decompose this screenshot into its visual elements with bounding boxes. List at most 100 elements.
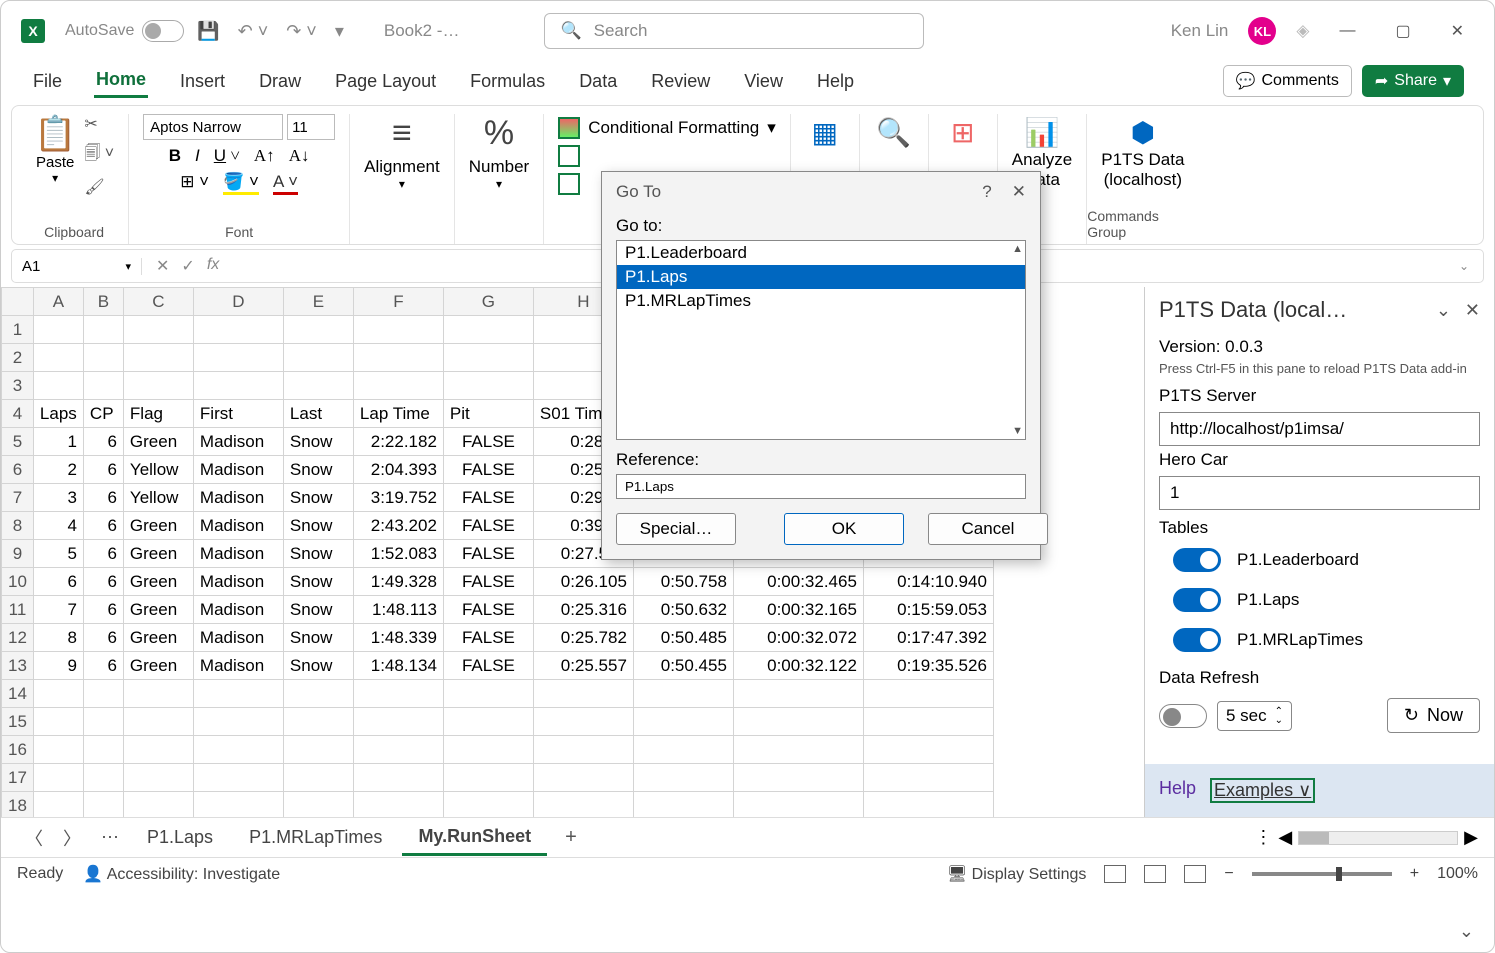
italic-button[interactable]: I — [195, 146, 200, 166]
zoom-in-button[interactable]: + — [1410, 865, 1419, 883]
tab-file[interactable]: File — [31, 66, 64, 97]
format-painter-icon[interactable]: 🖌 — [84, 177, 114, 197]
bold-button[interactable]: B — [169, 146, 181, 166]
font-size-select[interactable] — [287, 114, 335, 140]
dialog-help-icon[interactable]: ? — [982, 182, 991, 202]
ok-button[interactable]: OK — [784, 513, 904, 545]
normal-view-icon[interactable] — [1104, 865, 1126, 883]
cut-icon[interactable]: ✂ — [84, 114, 114, 134]
toggle-leaderboard[interactable] — [1173, 548, 1221, 572]
sheet-tab-mrlaptimes[interactable]: P1.MRLapTimes — [233, 821, 398, 854]
add-sheet-button[interactable]: + — [551, 820, 591, 855]
tab-view[interactable]: View — [742, 66, 785, 97]
horizontal-scrollbar[interactable] — [1298, 831, 1458, 845]
font-color-button[interactable]: A ˅ — [273, 172, 298, 195]
fill-color-button[interactable]: 🪣 ˅ — [223, 172, 259, 195]
cell-styles-button[interactable] — [558, 173, 580, 195]
goto-item-laps[interactable]: P1.Laps — [617, 265, 1025, 289]
alignment-icon[interactable]: ≡ — [392, 114, 412, 153]
ribbon-collapse-icon[interactable]: ⌄ — [1459, 921, 1474, 942]
increase-font-button[interactable]: A↑ — [254, 146, 275, 166]
help-link[interactable]: Help — [1159, 778, 1196, 803]
underline-button[interactable]: U ˅ — [214, 146, 240, 166]
toggle-mrlaptimes[interactable] — [1173, 628, 1221, 652]
insert-cells-icon[interactable]: ▦ — [805, 114, 845, 150]
number-icon[interactable]: % — [484, 114, 514, 153]
sheet-nav-prev[interactable]: 〈 — [17, 819, 51, 857]
display-settings-button[interactable]: 🖥 Display Settings — [947, 864, 1086, 884]
user-avatar[interactable]: KL — [1248, 17, 1276, 45]
font-name-select[interactable] — [143, 114, 283, 140]
listbox-scroll-down-icon[interactable]: ▼ — [1012, 425, 1023, 437]
p1ts-icon[interactable]: ⬢ — [1123, 114, 1163, 150]
zoom-slider[interactable] — [1252, 872, 1392, 876]
accessibility-button[interactable]: 👤 Accessibility: Investigate — [83, 864, 280, 884]
goto-listbox[interactable]: P1.Leaderboard P1.Laps P1.MRLapTimes ▲ ▼ — [616, 240, 1026, 440]
server-input[interactable] — [1159, 412, 1480, 446]
tab-formulas[interactable]: Formulas — [468, 66, 547, 97]
name-box[interactable]: A1▾ — [12, 258, 142, 275]
refresh-now-button[interactable]: ↻ Now — [1387, 698, 1480, 733]
borders-button[interactable]: ⊞ ˅ — [180, 172, 209, 195]
tab-help[interactable]: Help — [815, 66, 856, 97]
paste-label[interactable]: Paste — [34, 154, 76, 171]
refresh-interval[interactable]: 5 sec⌃⌄ — [1217, 701, 1292, 731]
redo-icon[interactable]: ↷ ˅ — [286, 21, 317, 42]
qat-dropdown-icon[interactable]: ▾ — [335, 21, 344, 42]
minimize-button[interactable]: — — [1329, 17, 1365, 45]
share-button[interactable]: ➦ Share ▾ — [1362, 65, 1464, 97]
search-box[interactable]: 🔍 Search — [544, 13, 924, 49]
maximize-button[interactable]: ▢ — [1385, 16, 1420, 46]
hero-input[interactable] — [1159, 476, 1480, 510]
goto-item-mrlaptimes[interactable]: P1.MRLapTimes — [617, 289, 1025, 313]
zoom-out-button[interactable]: − — [1224, 865, 1233, 883]
scroll-left-icon[interactable]: ◀ — [1278, 827, 1292, 848]
fx-icon[interactable]: fx — [207, 256, 219, 276]
addins-icon[interactable]: ⊞ — [943, 114, 983, 150]
conditional-formatting-button[interactable]: Conditional Formatting ▾ — [558, 117, 776, 139]
cancel-button[interactable]: Cancel — [928, 513, 1048, 545]
formula-expand-icon[interactable]: ⌄ — [1445, 259, 1483, 273]
save-icon[interactable]: 💾 — [197, 21, 219, 42]
toggle-refresh[interactable] — [1159, 704, 1207, 728]
comments-button[interactable]: 💬 Comments — [1223, 65, 1352, 97]
zoom-level[interactable]: 100% — [1437, 865, 1478, 883]
page-layout-view-icon[interactable] — [1144, 865, 1166, 883]
sheet-tab-runsheet[interactable]: My.RunSheet — [402, 820, 547, 856]
sheet-options-icon[interactable]: ⋮ — [1254, 827, 1272, 848]
copy-icon[interactable]: 🗐 ˅ — [84, 142, 114, 169]
tab-draw[interactable]: Draw — [257, 66, 303, 97]
undo-icon[interactable]: ↶ ˅ — [238, 21, 269, 42]
document-name[interactable]: Book2 -… — [384, 21, 460, 41]
format-as-table-button[interactable] — [558, 145, 580, 167]
number-label[interactable]: Number — [469, 157, 529, 177]
find-icon[interactable]: 🔍 — [874, 114, 914, 150]
tab-page-layout[interactable]: Page Layout — [333, 66, 438, 97]
pane-close-icon[interactable]: ✕ — [1465, 300, 1480, 321]
sheet-tab-laps[interactable]: P1.Laps — [131, 821, 229, 854]
pane-menu-icon[interactable]: ⌄ — [1436, 300, 1451, 321]
sheet-nav-next[interactable]: 〉 — [55, 819, 89, 857]
tab-review[interactable]: Review — [649, 66, 712, 97]
tab-data[interactable]: Data — [577, 66, 619, 97]
cancel-formula-icon[interactable]: ✕ — [156, 256, 169, 276]
paste-icon[interactable]: 📋 — [34, 114, 76, 154]
listbox-scroll-up-icon[interactable]: ▲ — [1012, 243, 1023, 255]
sheet-nav-menu[interactable]: ⋯ — [93, 821, 127, 854]
examples-link[interactable]: Examples ∨ — [1210, 778, 1315, 803]
reference-input[interactable] — [616, 474, 1026, 499]
tab-home[interactable]: Home — [94, 64, 148, 98]
page-break-view-icon[interactable] — [1184, 865, 1206, 883]
tab-insert[interactable]: Insert — [178, 66, 227, 97]
user-name[interactable]: Ken Lin — [1171, 21, 1229, 41]
autosave-toggle[interactable]: AutoSave Off — [65, 20, 172, 42]
analyze-data-icon[interactable]: 📊 — [1022, 114, 1062, 150]
special-button[interactable]: Special… — [616, 513, 736, 545]
close-button[interactable]: ✕ — [1441, 16, 1474, 46]
diamond-icon[interactable]: ◈ — [1296, 21, 1309, 41]
alignment-label[interactable]: Alignment — [364, 157, 440, 177]
dialog-close-icon[interactable]: ✕ — [1012, 182, 1026, 202]
decrease-font-button[interactable]: A↓ — [289, 146, 310, 166]
enter-formula-icon[interactable]: ✓ — [181, 256, 194, 276]
scroll-right-icon[interactable]: ▶ — [1464, 827, 1478, 848]
